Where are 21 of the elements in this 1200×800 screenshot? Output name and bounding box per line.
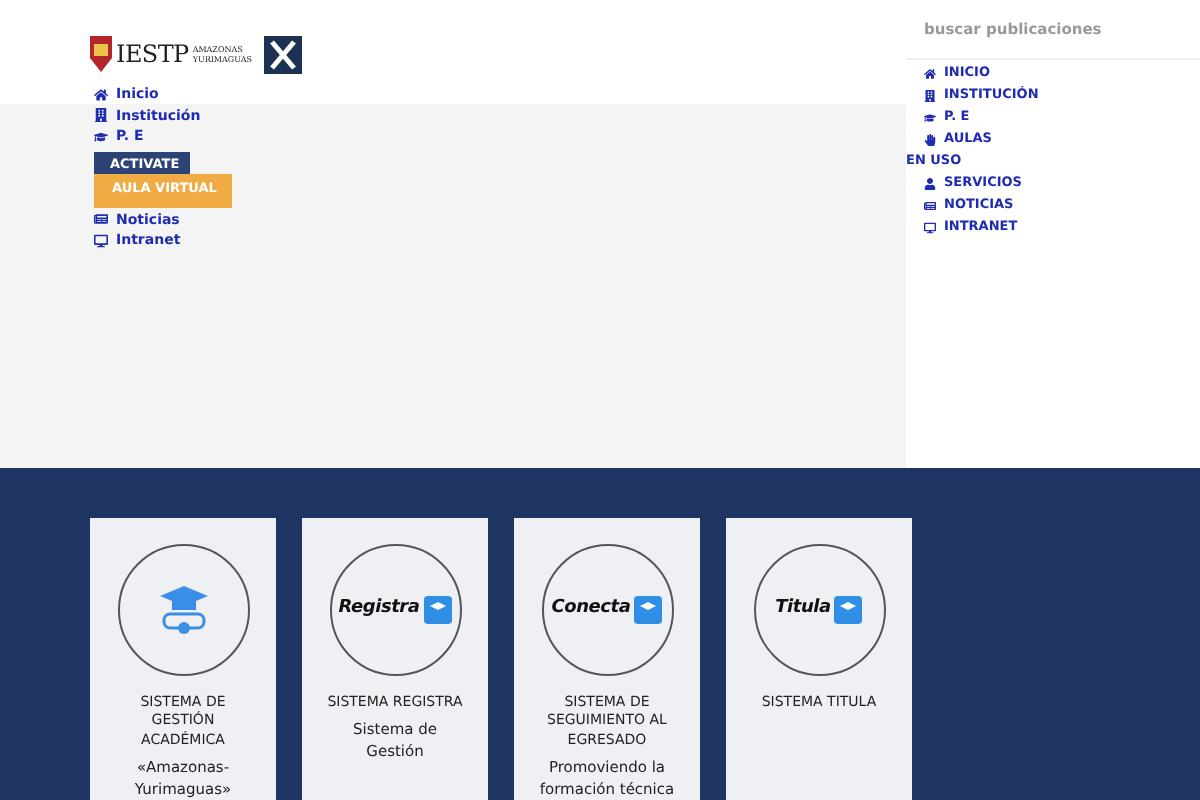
- desktop-icon: [94, 233, 108, 248]
- building-icon: [94, 108, 108, 123]
- graduation-cap-icon: [94, 129, 108, 144]
- logo-text: Registra: [338, 595, 420, 622]
- hand-icon: [924, 133, 936, 145]
- logo-text: IESTP: [116, 38, 189, 72]
- newspaper-icon: [94, 212, 108, 227]
- graduation-cap-icon: [924, 111, 936, 123]
- newspaper-icon: [924, 199, 936, 211]
- logo-text: Titula: [775, 595, 831, 622]
- logo-icon: [634, 595, 663, 623]
- home-icon: [94, 87, 108, 102]
- desktop-icon: [924, 221, 936, 233]
- person-icon: [924, 177, 936, 189]
- logo-icon: [834, 595, 863, 623]
- building-icon: [924, 89, 936, 101]
- logo-icon: [423, 595, 452, 623]
- home-icon: [924, 67, 936, 79]
- logo-text: Conecta: [551, 595, 631, 622]
- shield-icon: [90, 36, 112, 72]
- emblem-logo-icon: [264, 36, 303, 74]
